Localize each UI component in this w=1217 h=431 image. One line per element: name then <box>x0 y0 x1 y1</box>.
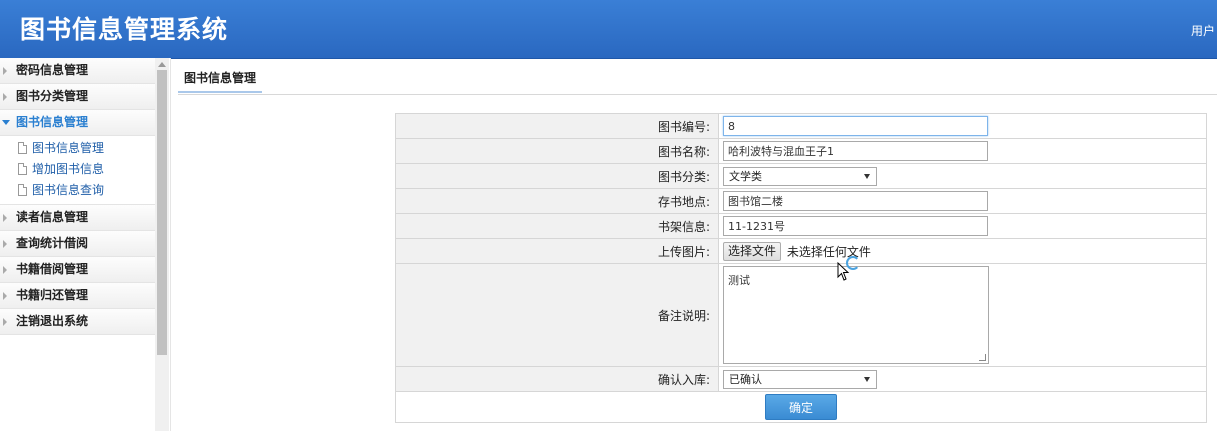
chevron-right-icon <box>3 240 7 248</box>
sidebar-item-label: 图书信息查询 <box>32 183 105 197</box>
chevron-right-icon <box>3 67 7 75</box>
sidebar-group-book-info[interactable]: 图书信息管理 <box>0 110 155 136</box>
sidebar-item-book-query[interactable]: 图书信息查询 <box>0 180 155 201</box>
sidebar-submenu: 图书信息管理 增加图书信息 图书信息查询 <box>0 136 155 205</box>
sidebar-group-stats[interactable]: 查询统计借阅 <box>0 231 155 257</box>
document-icon <box>18 163 27 175</box>
book-id-label: 图书编号: <box>395 113 719 139</box>
confirm-select[interactable]: 已确认 <box>723 369 877 389</box>
app-header: 图书信息管理系统 用户 <box>0 0 1217 59</box>
chevron-right-icon <box>3 292 7 300</box>
book-id-input[interactable] <box>723 116 988 136</box>
form-row: 书架信息: <box>395 213 1207 239</box>
category-label: 图书分类: <box>395 163 719 189</box>
confirm-label: 确认入库: <box>395 366 719 392</box>
choose-file-button[interactable]: 选择文件 <box>723 241 782 261</box>
remark-textarea[interactable]: 测试 <box>723 266 989 364</box>
category-select[interactable]: 文学类 <box>723 166 877 186</box>
form-row: 图书编号: <box>395 113 1207 139</box>
scrollbar-thumb[interactable] <box>157 70 167 355</box>
book-form: 图书编号: 图书名称: 图书分类: 文学类 存书地点: 书架信息: 上传图片: <box>395 113 1207 423</box>
sidebar: 密码信息管理 图书分类管理 图书信息管理 图书信息管理 增加图书信息 图书信息查… <box>0 58 171 431</box>
resize-grip-icon[interactable] <box>979 354 986 361</box>
remark-label: 备注说明: <box>395 263 719 367</box>
form-row: 上传图片: 选择文件 未选择任何文件 <box>395 238 1207 264</box>
sidebar-nav: 密码信息管理 图书分类管理 图书信息管理 图书信息管理 增加图书信息 图书信息查… <box>0 58 155 335</box>
sidebar-group-label: 读者信息管理 <box>16 210 89 224</box>
location-input[interactable] <box>723 191 988 211</box>
form-row: 确认入库: 已确认 <box>395 366 1207 392</box>
image-label: 上传图片: <box>395 238 719 264</box>
form-row: 确定 <box>395 391 1207 423</box>
document-icon <box>18 142 27 154</box>
chevron-right-icon <box>3 266 7 274</box>
book-name-input[interactable] <box>723 141 988 161</box>
sidebar-scrollbar[interactable] <box>155 58 169 431</box>
sidebar-group-password[interactable]: 密码信息管理 <box>0 58 155 84</box>
user-info[interactable]: 用户 <box>1191 22 1215 39</box>
form-row: 存书地点: <box>395 188 1207 214</box>
document-icon <box>18 184 27 196</box>
confirm-selected-value: 已确认 <box>729 372 762 386</box>
sidebar-item-book-add[interactable]: 增加图书信息 <box>0 159 155 180</box>
location-label: 存书地点: <box>395 188 719 214</box>
chevron-right-icon <box>3 318 7 326</box>
form-row: 图书名称: <box>395 138 1207 164</box>
chevron-down-icon <box>864 173 870 179</box>
form-row: 图书分类: 文学类 <box>395 163 1207 189</box>
tab-book-info[interactable]: 图书信息管理 <box>178 60 262 93</box>
sidebar-group-category[interactable]: 图书分类管理 <box>0 84 155 110</box>
category-selected-value: 文学类 <box>729 169 762 183</box>
sidebar-group-label: 书籍归还管理 <box>16 288 89 302</box>
sidebar-item-label: 增加图书信息 <box>32 162 105 176</box>
tab-bar: 图书信息管理 <box>178 60 1217 95</box>
sidebar-group-label: 查询统计借阅 <box>16 236 89 250</box>
sidebar-group-borrow[interactable]: 书籍借阅管理 <box>0 257 155 283</box>
sidebar-group-return[interactable]: 书籍归还管理 <box>0 283 155 309</box>
sidebar-item-label: 图书信息管理 <box>32 141 105 155</box>
chevron-down-icon <box>864 376 870 382</box>
shelf-input[interactable] <box>723 216 988 236</box>
remark-text: 测试 <box>728 274 750 287</box>
chevron-down-icon <box>2 120 10 125</box>
loading-spinner-icon <box>846 256 860 270</box>
form-row: 备注说明: 测试 <box>395 263 1207 367</box>
sidebar-item-book-manage[interactable]: 图书信息管理 <box>0 138 155 159</box>
app-title: 图书信息管理系统 <box>20 15 229 44</box>
sidebar-group-label: 图书分类管理 <box>16 89 89 103</box>
chevron-right-icon <box>3 93 7 101</box>
chevron-right-icon <box>3 214 7 222</box>
book-name-label: 图书名称: <box>395 138 719 164</box>
submit-button[interactable]: 确定 <box>765 394 837 420</box>
file-status-text: 未选择任何文件 <box>786 244 871 259</box>
sidebar-group-logout[interactable]: 注销退出系统 <box>0 309 155 335</box>
sidebar-group-label: 图书信息管理 <box>16 115 89 129</box>
sidebar-group-label: 注销退出系统 <box>16 314 89 328</box>
sidebar-group-label: 书籍借阅管理 <box>16 262 89 276</box>
sidebar-group-label: 密码信息管理 <box>16 63 89 77</box>
scroll-up-arrow-icon[interactable] <box>158 62 166 67</box>
sidebar-group-reader[interactable]: 读者信息管理 <box>0 205 155 231</box>
shelf-label: 书架信息: <box>395 213 719 239</box>
